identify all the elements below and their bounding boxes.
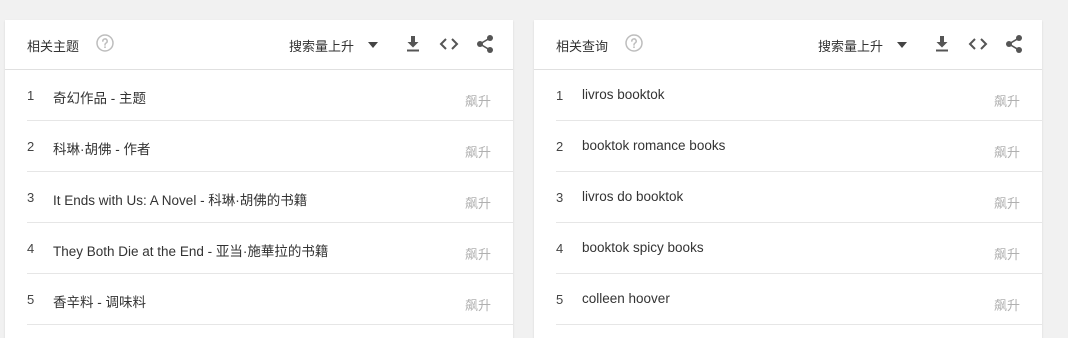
- embed-code-icon: [968, 38, 988, 50]
- download-icon: [407, 36, 419, 52]
- panel-header: 相关查询 搜索量上升: [534, 20, 1042, 70]
- list-item[interactable]: 5 香辛料 - 调味料 飙升: [27, 274, 513, 325]
- list-item[interactable]: 3 It Ends with Us: A Novel - 科琳·胡佛的书籍 飙升: [27, 172, 513, 223]
- list-item[interactable]: 4 They Both Die at the End - 亚当·施華拉的书籍 飙…: [27, 223, 513, 274]
- sort-dropdown-label: 搜索量上升: [818, 38, 884, 54]
- row-label[interactable]: 科琳·胡佛 - 作者: [53, 138, 151, 158]
- row-rank: 4: [27, 241, 35, 256]
- embed-button[interactable]: [967, 33, 989, 55]
- row-label[interactable]: colleen hoover: [582, 291, 670, 306]
- list-item[interactable]: 1 奇幻作品 - 主题 飙升: [27, 70, 513, 121]
- share-icon: [1006, 35, 1022, 53]
- list-item[interactable]: 5 colleen hoover 飙升: [556, 274, 1042, 325]
- row-value: 飙升: [993, 145, 1020, 160]
- help-circle-icon[interactable]: [96, 34, 114, 52]
- embed-code-icon: [439, 38, 459, 50]
- share-button[interactable]: [1003, 33, 1025, 55]
- sort-dropdown[interactable]: 搜索量上升: [818, 35, 908, 55]
- row-rank: 3: [27, 190, 35, 205]
- caret-down-icon: [897, 42, 908, 48]
- row-rank: 5: [27, 292, 35, 307]
- share-icon: [477, 35, 493, 53]
- list-item[interactable]: 2 booktok romance books 飙升: [556, 121, 1042, 172]
- list-item[interactable]: 2 科琳·胡佛 - 作者 飙升: [27, 121, 513, 172]
- row-label[interactable]: 香辛料 - 调味料: [53, 291, 146, 311]
- queries-list: 1 livros booktok 飙升 2 booktok romance bo…: [534, 70, 1042, 325]
- row-value: 飙升: [464, 298, 491, 313]
- row-value: 飙升: [464, 247, 491, 262]
- list-item[interactable]: 3 livros do booktok 飙升: [556, 172, 1042, 223]
- panel-title: 相关主题: [27, 39, 80, 54]
- row-value: 飙升: [993, 196, 1020, 211]
- row-value: 飙升: [464, 145, 491, 160]
- list-item[interactable]: 4 booktok spicy books 飙升: [556, 223, 1042, 274]
- row-label[interactable]: livros booktok: [582, 87, 665, 102]
- row-rank: 5: [556, 292, 564, 307]
- row-value: 飙升: [464, 94, 491, 109]
- related-queries-panel: 相关查询 搜索量上升 1 livros booktok 飙升 2 booktok…: [534, 20, 1042, 338]
- download-button[interactable]: [931, 33, 953, 55]
- row-value: 飙升: [993, 247, 1020, 262]
- row-rank: 1: [556, 88, 564, 103]
- sort-dropdown-label: 搜索量上升: [289, 38, 355, 54]
- row-rank: 1: [27, 88, 35, 103]
- row-label[interactable]: livros do booktok: [582, 189, 683, 204]
- embed-button[interactable]: [438, 33, 460, 55]
- row-label[interactable]: They Both Die at the End - 亚当·施華拉的书籍: [53, 240, 328, 260]
- help-circle-icon[interactable]: [625, 34, 643, 52]
- row-rank: 3: [556, 190, 564, 205]
- caret-down-icon: [368, 42, 379, 48]
- row-value: 飙升: [993, 94, 1020, 109]
- row-label[interactable]: 奇幻作品 - 主题: [53, 87, 146, 107]
- download-button[interactable]: [402, 33, 424, 55]
- row-value: 飙升: [993, 298, 1020, 313]
- row-rank: 2: [556, 139, 564, 154]
- row-rank: 4: [556, 241, 564, 256]
- topics-list: 1 奇幻作品 - 主题 飙升 2 科琳·胡佛 - 作者 飙升 3 It Ends…: [5, 70, 513, 325]
- row-label[interactable]: booktok spicy books: [582, 240, 704, 255]
- panel-header: 相关主题 搜索量上升: [5, 20, 513, 70]
- sort-dropdown[interactable]: 搜索量上升: [289, 35, 379, 55]
- row-label[interactable]: booktok romance books: [582, 138, 725, 153]
- row-rank: 2: [27, 139, 35, 154]
- panel-title: 相关查询: [556, 39, 609, 54]
- download-icon: [936, 36, 948, 52]
- related-topics-panel: 相关主题 搜索量上升 1 奇幻作品 - 主题 飙升 2 科琳·胡佛 - 作者 飙…: [5, 20, 513, 338]
- share-button[interactable]: [474, 33, 496, 55]
- list-item[interactable]: 1 livros booktok 飙升: [556, 70, 1042, 121]
- row-label[interactable]: It Ends with Us: A Novel - 科琳·胡佛的书籍: [53, 189, 307, 209]
- row-value: 飙升: [464, 196, 491, 211]
